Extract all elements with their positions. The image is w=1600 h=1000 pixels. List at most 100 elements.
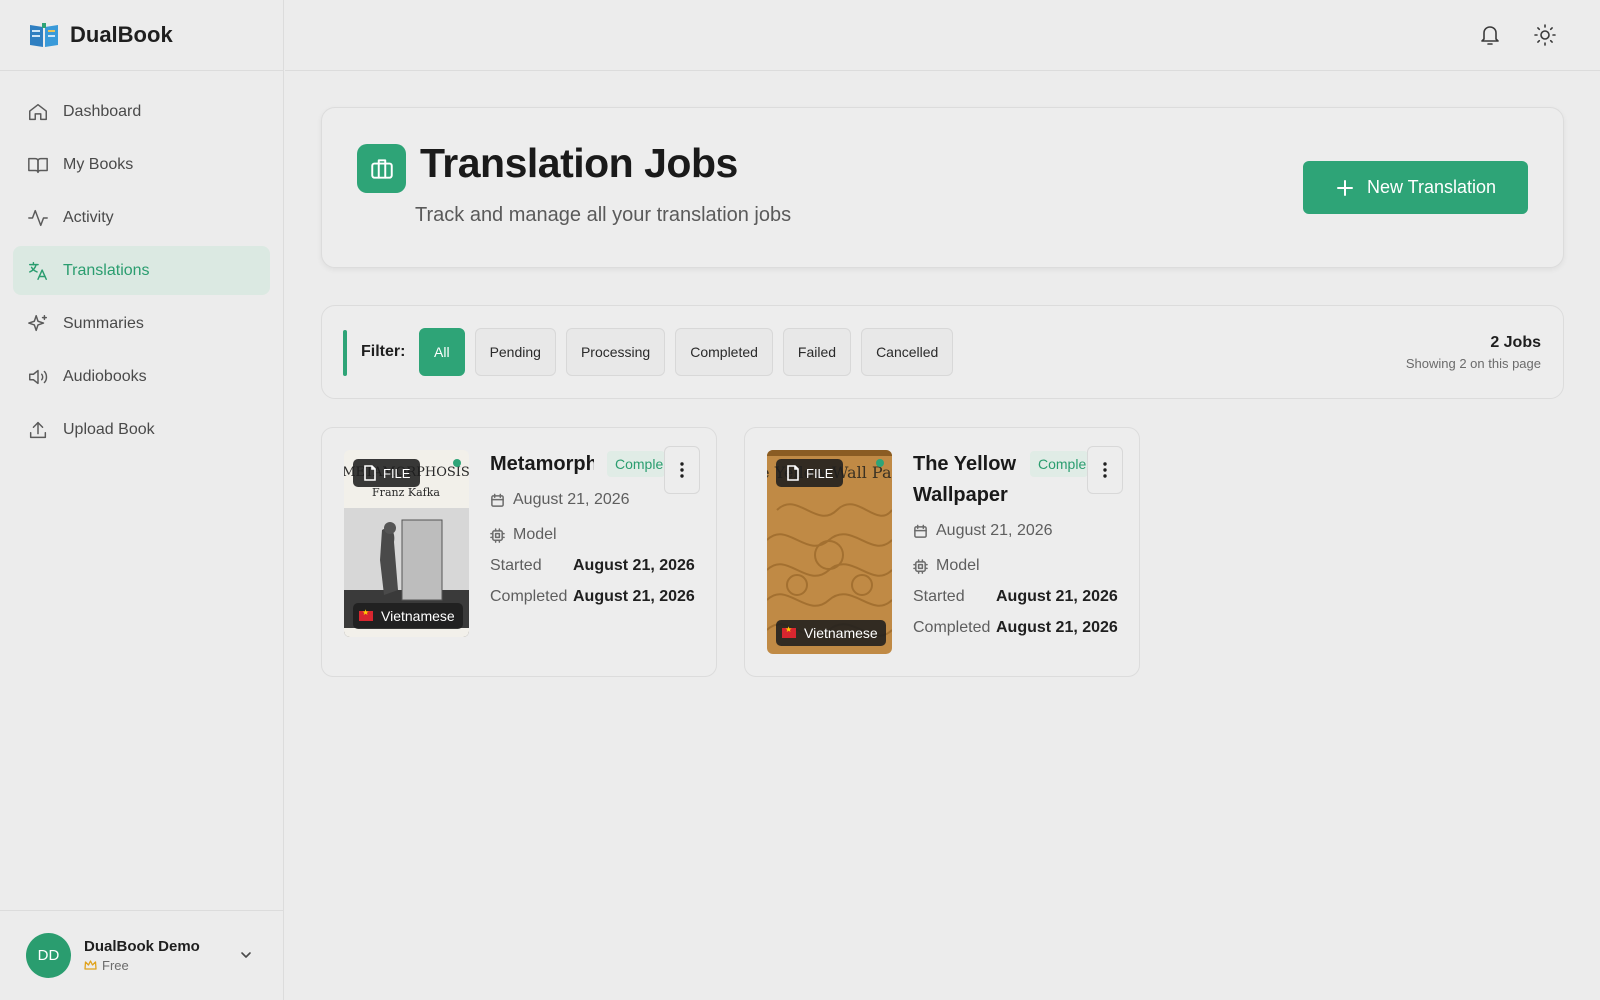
- started-value: August 21, 2026: [996, 588, 1118, 605]
- crown-icon: [84, 960, 97, 970]
- cpu-icon: [490, 527, 505, 543]
- model-text: Model: [513, 526, 557, 543]
- new-translation-button[interactable]: New Translation: [1303, 161, 1528, 214]
- sidebar-item-label: Upload Book: [63, 420, 155, 438]
- filter-chip-cancelled[interactable]: Cancelled: [861, 328, 954, 376]
- filter-bar: Filter: All Pending Processing Completed…: [321, 305, 1564, 399]
- file-badge: FILE: [353, 459, 421, 487]
- completed-value: August 21, 2026: [573, 588, 695, 605]
- job-date: August 21, 2026: [913, 522, 1053, 540]
- new-translation-label: New Translation: [1366, 177, 1497, 197]
- filter-chip-all[interactable]: All: [419, 328, 465, 376]
- job-title-line-2: Wallpaper: [913, 484, 1008, 506]
- job-title-line-1: The Yellow: [913, 453, 1016, 475]
- sun-icon[interactable]: [1533, 23, 1557, 47]
- jobs-count: 2 Jobs Showing 2 on this page: [1406, 334, 1541, 371]
- brand[interactable]: DualBook: [0, 0, 283, 71]
- more-vertical-icon: [1103, 462, 1107, 478]
- more-options-button[interactable]: [664, 446, 700, 494]
- started-label: Started: [913, 588, 965, 605]
- language-label: Vietnamese: [804, 625, 878, 641]
- status-dot: [453, 459, 461, 467]
- sidebar-item-translations[interactable]: Translations: [13, 246, 270, 295]
- user-menu[interactable]: DD DualBook Demo Free: [0, 910, 283, 1000]
- file-badge-label: FILE: [806, 465, 834, 481]
- page-title: Translation Jobs: [420, 140, 738, 186]
- vietnam-flag-icon: [782, 625, 796, 638]
- job-title: Metamorph: [490, 453, 594, 475]
- status-badge: Comple: [1030, 451, 1088, 477]
- sparkles-icon: [28, 314, 47, 331]
- filter-chips: All Pending Processing Completed Failed …: [419, 328, 954, 376]
- job-date: August 21, 2026: [490, 491, 630, 509]
- sidebar-item-label: Summaries: [63, 314, 144, 332]
- date-text: August 21, 2026: [513, 491, 630, 508]
- upload-icon: [29, 421, 47, 438]
- status-dot: [876, 459, 884, 467]
- calendar-icon: [914, 524, 927, 538]
- file-badge: FILE: [776, 459, 844, 487]
- job-card[interactable]: The Yellow Wall Paper FILE Vietnamese Th…: [744, 427, 1140, 677]
- sidebar-item-label: Translations: [63, 261, 150, 279]
- sidebar-item-my-books[interactable]: My Books: [13, 140, 270, 189]
- home-icon: [29, 103, 47, 120]
- filter-chip-completed[interactable]: Completed: [675, 328, 773, 376]
- chevron-down-icon[interactable]: [239, 948, 253, 962]
- language-label: Vietnamese: [381, 608, 455, 624]
- vietnam-flag-icon: [359, 608, 373, 621]
- user-plan: Free: [84, 958, 200, 973]
- user-info: DualBook Demo Free: [84, 938, 200, 973]
- briefcase-icon: [357, 144, 406, 193]
- sidebar-item-upload-book[interactable]: Upload Book: [13, 405, 270, 454]
- file-badge-label: FILE: [383, 465, 411, 481]
- sidebar-item-activity[interactable]: Activity: [13, 193, 270, 242]
- sidebar-item-label: Dashboard: [63, 102, 142, 120]
- job-card[interactable]: METAMORPHOSIS Franz Kafka FILE Vietnames…: [321, 427, 717, 677]
- started-value: August 21, 2026: [573, 557, 695, 574]
- book-open-icon: [28, 157, 48, 173]
- file-icon: [364, 465, 376, 481]
- page-header-card: Translation Jobs Track and manage all yo…: [321, 107, 1564, 268]
- filter-chip-processing[interactable]: Processing: [565, 328, 666, 376]
- filter-chip-pending[interactable]: Pending: [474, 328, 556, 376]
- file-icon: [787, 465, 799, 481]
- sidebar-item-audiobooks[interactable]: Audiobooks: [13, 352, 270, 401]
- plus-icon: [1336, 179, 1353, 196]
- language-badge: Vietnamese: [353, 603, 463, 629]
- filter-accent-bar: [343, 330, 347, 376]
- top-bar: [285, 0, 1600, 71]
- more-vertical-icon: [680, 462, 684, 478]
- book-logo-icon: [30, 23, 58, 47]
- translate-icon: [29, 261, 47, 280]
- cpu-icon: [913, 558, 928, 574]
- calendar-icon: [491, 493, 504, 507]
- activity-icon: [28, 209, 48, 226]
- job-model: Model: [490, 526, 557, 544]
- filter-label: Filter:: [361, 343, 406, 360]
- plan-label: Free: [102, 958, 129, 973]
- completed-label: Completed: [913, 619, 991, 636]
- filter-chip-failed[interactable]: Failed: [782, 328, 852, 376]
- user-name: DualBook Demo: [84, 938, 200, 955]
- svg-text:Franz Kafka: Franz Kafka: [372, 486, 440, 499]
- sidebar-item-dashboard[interactable]: Dashboard: [13, 87, 270, 136]
- app-name: DualBook: [70, 22, 173, 47]
- avatar: DD: [26, 933, 71, 978]
- status-badge: Comple: [607, 451, 665, 477]
- date-text: August 21, 2026: [936, 522, 1053, 539]
- job-model: Model: [913, 557, 980, 575]
- completed-label: Completed: [490, 588, 568, 605]
- more-options-button[interactable]: [1087, 446, 1123, 494]
- speaker-icon: [29, 369, 48, 384]
- model-text: Model: [936, 557, 980, 574]
- book-cover: METAMORPHOSIS Franz Kafka FILE Vietnames…: [344, 450, 469, 637]
- sidebar: DualBook Dashboard My Books Activity Tra…: [0, 0, 284, 1000]
- sidebar-item-summaries[interactable]: Summaries: [13, 299, 270, 348]
- bell-icon[interactable]: [1478, 23, 1502, 47]
- language-badge: Vietnamese: [776, 620, 886, 646]
- started-label: Started: [490, 557, 542, 574]
- sidebar-item-label: My Books: [63, 155, 134, 173]
- completed-value: August 21, 2026: [996, 619, 1118, 636]
- page-subtitle: Track and manage all your translation jo…: [415, 204, 792, 226]
- sidebar-nav: Dashboard My Books Activity Translations…: [0, 71, 283, 474]
